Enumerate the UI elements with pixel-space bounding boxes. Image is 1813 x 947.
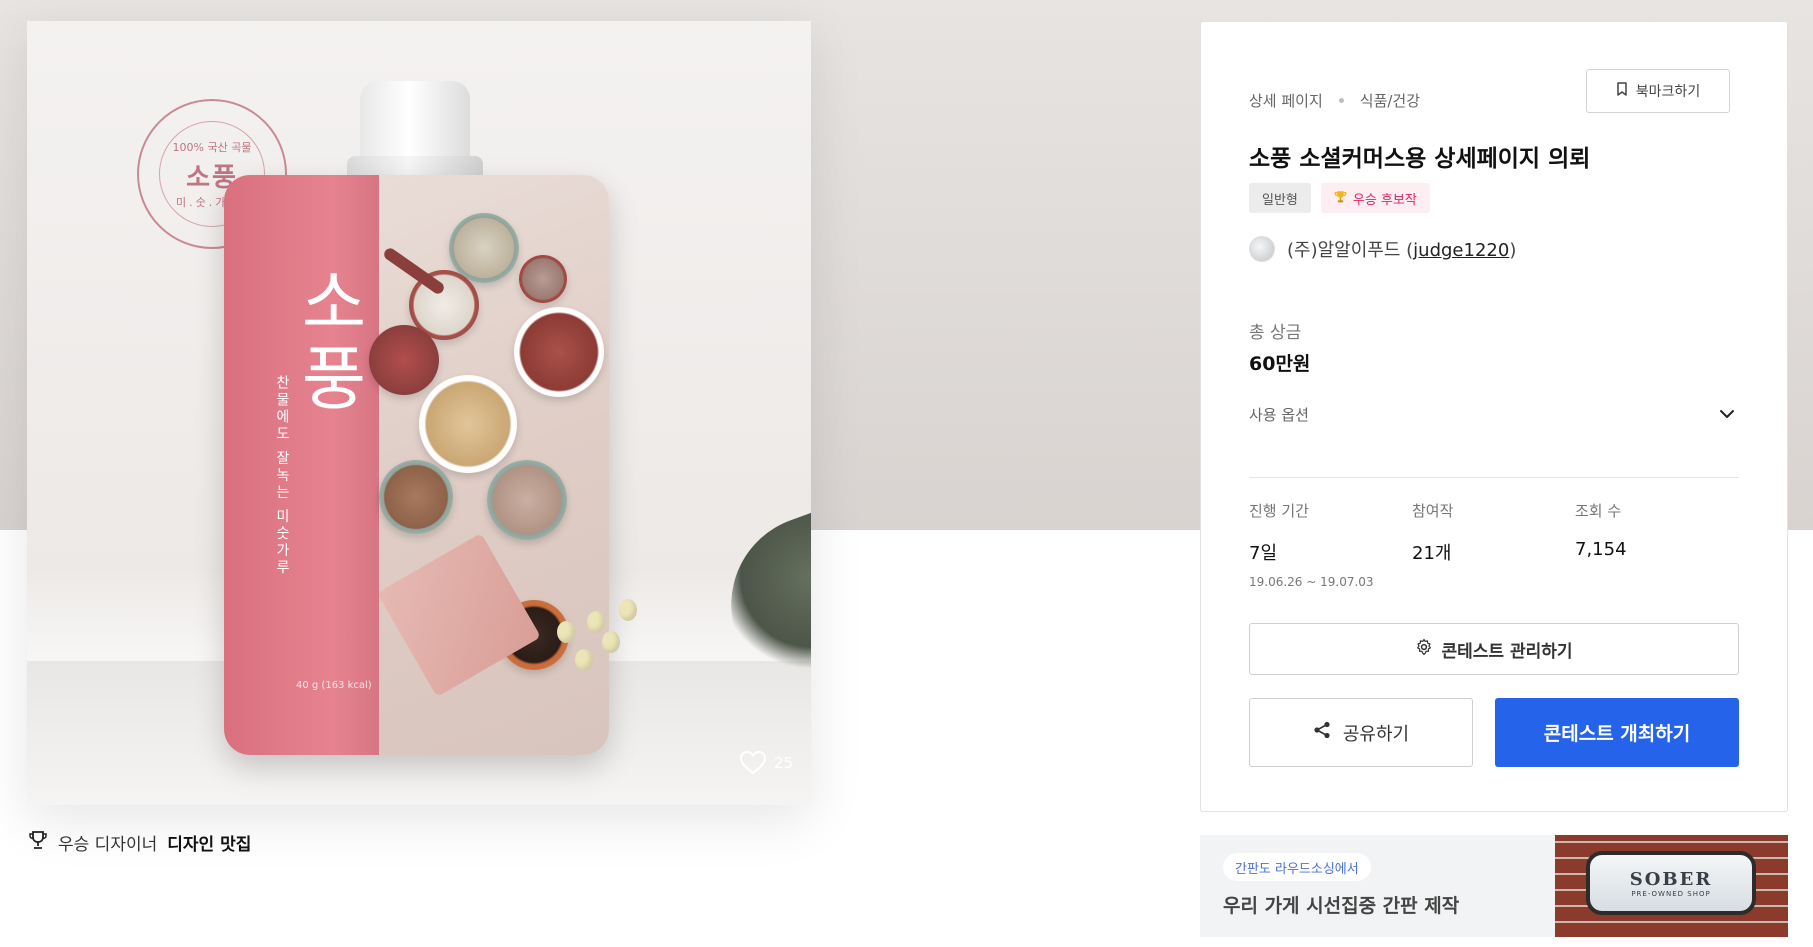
like-counter[interactable]: 25	[739, 751, 793, 775]
ad-title: 우리 가게 시선집중 간판 제작	[1223, 895, 1460, 917]
barley-bowl	[379, 460, 453, 534]
breadcrumb-separator	[1338, 98, 1344, 103]
heart-icon[interactable]	[739, 751, 766, 775]
bookmark-icon	[1616, 82, 1628, 100]
breadcrumb-item[interactable]: 상세 페이지	[1249, 90, 1323, 111]
sign-image: SOBER PRE-OWNED SHOP	[1586, 851, 1756, 915]
bean	[602, 631, 620, 653]
contest-title: 소풍 소셜커머스용 상세페이지 의뢰	[1249, 146, 1591, 172]
pouch-tagline: 찬물에도 잘녹는 미숫가루	[274, 375, 290, 577]
spoon-grain	[519, 255, 567, 303]
winner-prefix: 우승 디자이너	[58, 835, 158, 855]
author-company: (주)알알이푸드 (	[1287, 240, 1414, 261]
millet-bowl	[487, 460, 567, 540]
trophy-icon	[28, 830, 48, 855]
bean	[575, 649, 593, 671]
author-id-link[interactable]: judge1220	[1413, 240, 1509, 261]
stat-label: 참여작	[1412, 502, 1454, 520]
contest-info-card: 상세 페이지 식품/건강 북마크하기 소풍 소셜커머스용 상세페이지 의뢰 일반…	[1200, 21, 1788, 812]
stat-label: 조회 수	[1575, 502, 1622, 520]
pouch-weight: 40 g (163 kcal)	[296, 680, 372, 691]
bean	[619, 599, 637, 621]
stat-label: 진행 기간	[1249, 502, 1309, 520]
bookmark-button[interactable]: 북마크하기	[1586, 69, 1730, 113]
stat-period: 진행 기간 7일 19.06.26 ~ 19.07.03	[1249, 500, 1412, 589]
product-pouch: 소풍 찬물에도 잘녹는 미숫가루 40 g (163 kcal)	[224, 175, 609, 755]
like-count: 25	[773, 754, 793, 772]
stat-value: 7,154	[1575, 539, 1627, 560]
azuki-bowl	[514, 307, 604, 397]
stat-entries: 참여작 21개	[1412, 500, 1575, 589]
grain-photo	[369, 175, 609, 755]
share-icon	[1313, 721, 1331, 744]
bean	[557, 621, 575, 643]
share-label: 공유하기	[1342, 723, 1410, 745]
tag-candidate: 우승 후보작	[1320, 183, 1430, 213]
ad-image: SOBER PRE-OWNED SHOP	[1555, 835, 1788, 937]
pink-pouch-stick	[377, 533, 541, 697]
signage-ad-banner[interactable]: 간판도 라우드소싱에서 우리 가게 시선집중 간판 제작 SOBER PRE-O…	[1200, 835, 1788, 937]
host-contest-button[interactable]: 콘테스트 개최하기	[1495, 698, 1739, 767]
winner-designer-name[interactable]: 디자인 맛집	[167, 830, 251, 855]
tag-candidate-label: 우승 후보작	[1352, 192, 1417, 208]
stat-value: 7일	[1249, 543, 1278, 564]
bookmark-label: 북마크하기	[1635, 84, 1701, 100]
winner-designer: 우승 디자이너 디자인 맛집	[28, 830, 251, 855]
prize-label: 총 상금	[1249, 323, 1302, 343]
breadcrumb: 상세 페이지 식품/건강	[1249, 90, 1420, 111]
trophy-icon	[1334, 190, 1347, 207]
breadcrumb-item[interactable]: 식품/건강	[1360, 90, 1420, 111]
grain-bowl	[449, 213, 519, 283]
manage-label: 콘테스트 관리하기	[1441, 641, 1573, 662]
contest-stats: 진행 기간 7일 19.06.26 ~ 19.07.03 참여작 21개 조회 …	[1249, 500, 1739, 589]
product-image[interactable]: 100% 국산 곡물 소풍 미.숫.가.루 소풍 찬물에도 잘녹는 미숫가루 4…	[27, 21, 811, 805]
stat-value: 21개	[1412, 543, 1452, 564]
share-button[interactable]: 공유하기	[1249, 698, 1473, 767]
ad-tag: 간판도 라우드소싱에서	[1223, 853, 1371, 881]
stat-date-range: 19.06.26 ~ 19.07.03	[1249, 575, 1374, 589]
red-beans-bowl	[369, 325, 439, 395]
options-dropdown[interactable]: 사용 옵션	[1249, 394, 1739, 478]
manage-contest-button[interactable]: 콘테스트 관리하기	[1249, 623, 1739, 675]
bean	[587, 611, 605, 633]
pouch-title: 소풍	[301, 262, 367, 420]
chevron-down-icon[interactable]	[1719, 404, 1735, 423]
sign-main-text: SOBER	[1629, 868, 1713, 890]
avatar	[1249, 236, 1275, 262]
sign-sub-text: PRE-OWNED SHOP	[1631, 889, 1711, 898]
contest-tags: 일반형 우승 후보작	[1249, 183, 1430, 213]
prize-value: 60만원	[1249, 353, 1311, 375]
soybean-bowl	[419, 375, 517, 473]
author: (주)알알이푸드 (judge1220)	[1249, 236, 1516, 262]
tag-general: 일반형	[1249, 183, 1311, 213]
options-label: 사용 옵션	[1249, 406, 1309, 424]
stat-views: 조회 수 7,154	[1575, 500, 1738, 589]
gear-icon	[1415, 638, 1433, 661]
